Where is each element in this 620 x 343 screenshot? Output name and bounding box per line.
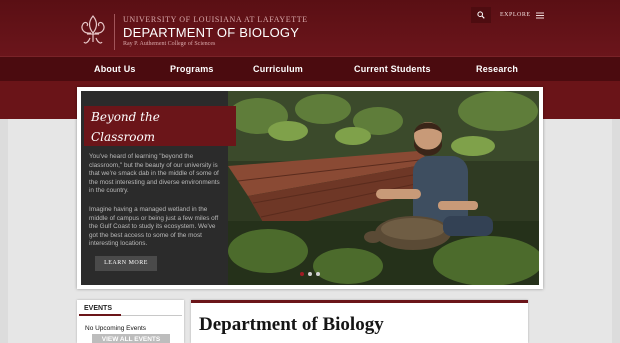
explore-label: EXPLORE (500, 12, 531, 18)
fleur-de-lis-logo[interactable] (78, 14, 108, 48)
university-name[interactable]: UNIVERSITY OF LOUISIANA AT LAFAYETTE (123, 15, 308, 24)
hero-paragraph-1: You've heard of learning "beyond the cla… (89, 153, 220, 194)
hamburger-icon (535, 12, 544, 18)
hero-paragraph-2: Imagine having a managed wetland in the … (89, 206, 219, 247)
explore-menu-button[interactable]: EXPLORE (494, 7, 544, 23)
page-title: Department of Biology (199, 314, 384, 335)
hero-title-line2: Classroom (91, 130, 156, 144)
hero-photo[interactable] (228, 91, 539, 285)
search-button[interactable] (471, 7, 491, 23)
nav-item-about-us[interactable]: About Us (94, 57, 136, 82)
nav-item-programs[interactable]: Programs (170, 57, 214, 82)
hero-title-box: Beyond the Classroom (84, 106, 236, 146)
events-empty-text: No Upcoming Events (85, 325, 147, 332)
search-icon (477, 11, 485, 19)
nav-item-research[interactable]: Research (476, 57, 518, 82)
events-tab[interactable]: EVENTS (79, 302, 121, 316)
site-header: UNIVERSITY OF LOUISIANA AT LAFAYETTE DEP… (0, 0, 620, 56)
events-divider (121, 315, 182, 316)
department-name[interactable]: DEPARTMENT OF BIOLOGY (123, 25, 299, 40)
slider-dot-2[interactable] (308, 272, 312, 276)
main-nav: About Us Programs Curriculum Current Stu… (0, 56, 620, 81)
nav-item-current-students[interactable]: Current Students (354, 57, 431, 82)
nav-item-curriculum[interactable]: Curriculum (253, 57, 303, 82)
learn-more-button[interactable]: LEARN MORE (95, 256, 157, 271)
slider-dot-1[interactable] (300, 272, 304, 276)
slider-dot-3[interactable] (316, 272, 320, 276)
logo-divider (114, 14, 115, 50)
hero-title-line1: Beyond the (91, 110, 160, 124)
college-name: Ray P. Authement College of Sciences (123, 41, 216, 47)
view-all-events-button[interactable]: VIEW ALL EVENTS (92, 334, 170, 343)
